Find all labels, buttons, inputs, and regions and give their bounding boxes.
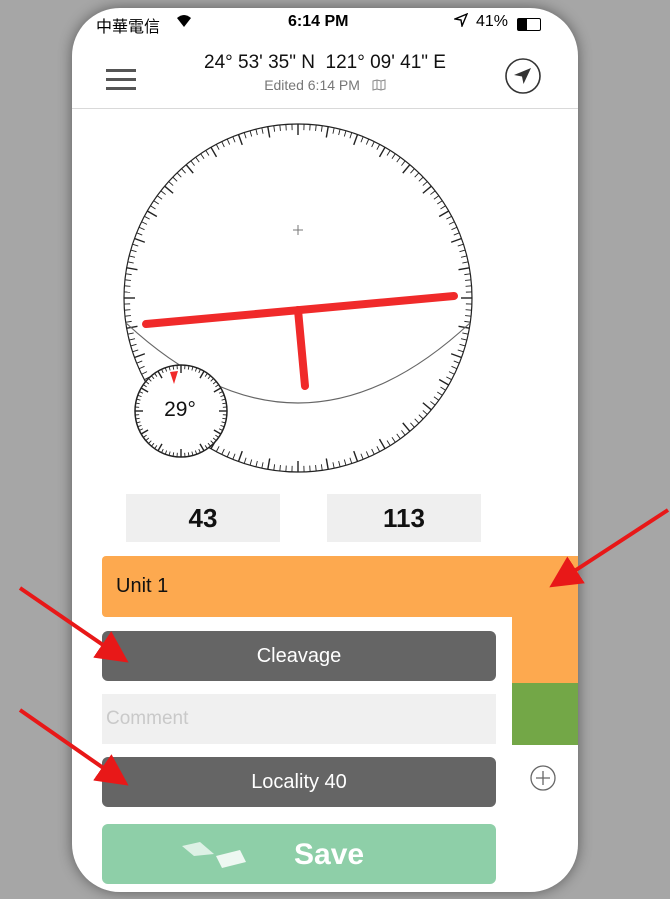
- nav-bar: 24° 53' 35" N 121° 09' 41" E Edited 6:14…: [72, 36, 578, 109]
- plus-circle-icon[interactable]: [529, 764, 557, 792]
- save-squiggle-icon: [180, 838, 250, 875]
- dip-line: [294, 306, 309, 390]
- unit-color-swatch[interactable]: [512, 683, 578, 745]
- save-label: Save: [294, 838, 365, 871]
- save-button[interactable]: Save: [102, 824, 496, 884]
- wifi-icon: [174, 12, 194, 32]
- latitude: 24° 53' 35" N: [204, 52, 315, 73]
- dip-angle: 29°: [164, 398, 196, 421]
- coordinates-title: 24° 53' 35" N 121° 09' 41" E: [72, 52, 578, 74]
- unit-label: Unit 1: [116, 575, 169, 597]
- comment-input[interactable]: [102, 694, 496, 744]
- unit-color-tab[interactable]: [512, 617, 578, 683]
- navigation-arrow-icon[interactable]: [504, 57, 542, 95]
- battery-icon: [517, 18, 541, 31]
- dip-readout: 43: [126, 494, 280, 542]
- phone-screen: 中華電信 6:14 PM 41% 24° 53' 35" N 121° 09' …: [72, 8, 578, 892]
- structure-type-button[interactable]: Cleavage: [102, 631, 496, 681]
- strike-readout: 113: [327, 494, 481, 542]
- battery-percent: 41%: [476, 13, 509, 30]
- map-icon[interactable]: [372, 78, 386, 94]
- compass-dial[interactable]: [108, 118, 488, 493]
- carrier-label: 中華電信: [96, 19, 161, 36]
- locality-button[interactable]: Locality 40: [102, 757, 496, 807]
- unit-selector[interactable]: Unit 1: [102, 556, 578, 617]
- location-arrow-icon: [452, 12, 469, 30]
- edited-time: Edited 6:14 PM: [264, 77, 360, 93]
- edited-subtitle: Edited 6:14 PM: [72, 77, 578, 94]
- longitude: 121° 09' 41" E: [325, 52, 446, 73]
- status-time: 6:14 PM: [288, 13, 349, 30]
- status-bar: 中華電信 6:14 PM 41%: [72, 8, 578, 36]
